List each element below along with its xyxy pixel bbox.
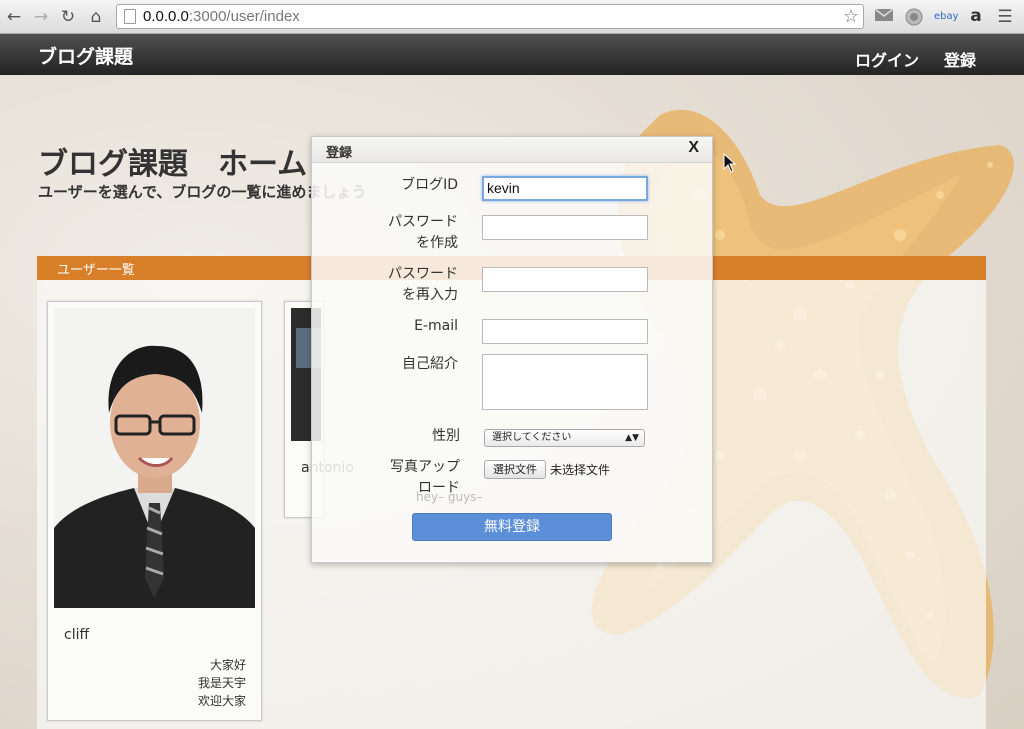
mail-icon[interactable] xyxy=(874,8,894,26)
password-confirm-label: パスワード を再入力 xyxy=(372,264,458,306)
reload-icon[interactable]: ↻ xyxy=(58,7,78,27)
globe-icon[interactable] xyxy=(904,8,924,26)
url-text: 0.0.0.0:3000/user/index xyxy=(143,8,300,25)
gender-select[interactable]: 選択してください ▲▼ xyxy=(484,429,645,447)
url-path: :3000/user/index xyxy=(188,8,300,25)
users-heading: ユーザー一覧 xyxy=(57,263,135,278)
user-bio-ghost: hey– guys– xyxy=(416,490,483,504)
user-card[interactable]: cliff 大家好 我是天宇 欢迎大家 xyxy=(47,301,262,721)
password-confirm-label-line: を再入力 xyxy=(402,287,458,303)
select-arrows-icon: ▲▼ xyxy=(625,433,639,443)
bio-textarea[interactable] xyxy=(482,354,648,410)
password-input[interactable] xyxy=(482,215,648,240)
forward-icon[interactable]: → xyxy=(31,7,51,27)
password-confirm-input[interactable] xyxy=(482,267,648,292)
bio-label: 自己紹介 xyxy=(402,356,458,372)
register-modal: 登録 X ブログID kevin パスワード を作成 パスワード を再入力 E-… xyxy=(311,136,713,563)
user-bio: 大家好 我是天宇 欢迎大家 xyxy=(198,656,246,710)
user-bio-line: 欢迎大家 xyxy=(197,694,246,708)
password-label-line: パスワード xyxy=(388,214,458,230)
user-bio-line: 大家好 xyxy=(209,658,246,672)
page-title: ブログ課題 ホーム xyxy=(38,147,308,182)
site-header: ブログ課題 ログイン 登録 xyxy=(0,34,1024,75)
ebay-icon[interactable]: ebay xyxy=(934,8,959,26)
password-confirm-label-line: パスワード xyxy=(388,266,458,282)
url-host: 0.0.0.0 xyxy=(143,8,189,25)
register-link[interactable]: 登録 xyxy=(944,47,976,71)
gender-selected-value: 選択してください xyxy=(492,432,572,443)
free-register-button[interactable]: 無料登録 xyxy=(412,513,612,541)
modal-header: 登録 X xyxy=(312,137,712,163)
site-brand[interactable]: ブログ課題 xyxy=(38,42,133,69)
user-name[interactable]: cliff xyxy=(64,627,89,643)
login-link[interactable]: ログイン xyxy=(855,47,919,71)
file-status: 未选择文件 xyxy=(550,463,611,477)
blog-id-label: ブログID xyxy=(401,177,458,193)
email-label: E-mail xyxy=(414,318,458,334)
gender-label: 性別 xyxy=(432,428,460,444)
photo-label-line: 写真アップ xyxy=(390,459,460,475)
browser-toolbar: ← → ↻ ⌂ 0.0.0.0:3000/user/index ☆ ebay a… xyxy=(0,0,1024,34)
address-bar[interactable]: 0.0.0.0:3000/user/index ☆ xyxy=(116,4,864,29)
bookmark-star-icon[interactable]: ☆ xyxy=(843,6,859,27)
back-icon[interactable]: ← xyxy=(4,7,24,27)
mouse-cursor-icon xyxy=(723,153,736,173)
user-avatar[interactable] xyxy=(54,308,255,608)
close-button[interactable]: X xyxy=(688,139,699,157)
password-label: パスワード を作成 xyxy=(372,212,458,254)
user-bio-line: 我是天宇 xyxy=(197,676,246,690)
choose-file-button[interactable]: 選択文件 xyxy=(484,460,546,479)
blog-id-input[interactable]: kevin xyxy=(482,176,648,201)
home-icon[interactable]: ⌂ xyxy=(86,7,106,27)
modal-title: 登録 xyxy=(326,146,353,161)
menu-icon[interactable]: ☰ xyxy=(996,8,1014,26)
amazon-icon[interactable]: a xyxy=(968,8,984,26)
email-input[interactable] xyxy=(482,319,648,344)
page-icon xyxy=(124,9,136,24)
password-label-line: を作成 xyxy=(416,235,458,251)
